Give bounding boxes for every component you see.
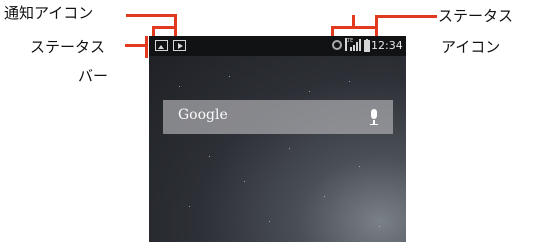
picture-icon	[155, 40, 168, 51]
status-icons-label-line1: ステータス	[438, 7, 514, 25]
callout-notification-horizontal	[126, 14, 176, 17]
battery-icon	[364, 39, 370, 52]
callout-statusbar-horizontal	[125, 44, 147, 47]
status-bar-label-line2: バー	[78, 67, 109, 85]
clock: 12:34	[371, 39, 403, 52]
sync-icon	[332, 40, 342, 50]
status-bar-label-line1: ステータス	[30, 38, 106, 56]
play-icon	[173, 40, 186, 51]
signal-icon: LTE	[345, 38, 361, 51]
google-search-widget[interactable]: Google	[163, 100, 393, 134]
callout-notification-bracket	[152, 26, 177, 29]
google-search-text[interactable]: Google	[178, 107, 228, 123]
mic-icon[interactable]	[369, 109, 379, 125]
status-icons-label-line2: アイコン	[441, 38, 501, 56]
notification-icons-label: 通知アイコン	[4, 4, 94, 22]
status-bar: LTE 12:34	[149, 36, 406, 56]
callout-status-mid	[352, 15, 355, 28]
callout-status-horizontal	[375, 15, 437, 18]
phone-screen: LTE 12:34 Google	[149, 36, 406, 242]
network-type-label: LTE	[345, 38, 353, 51]
callout-statusbar-vertical	[145, 36, 148, 58]
